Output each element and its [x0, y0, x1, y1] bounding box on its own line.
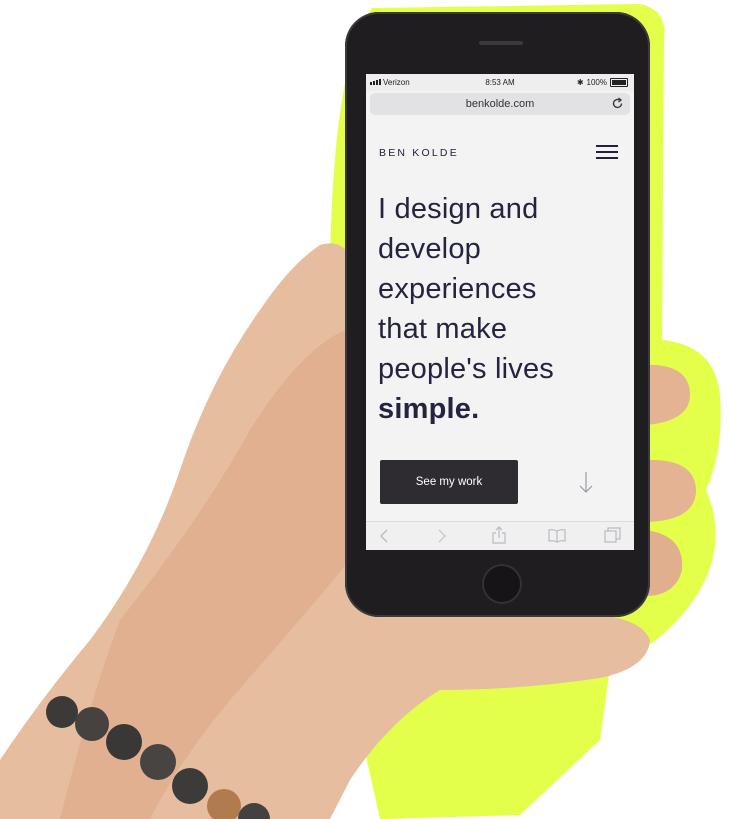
- battery-percent: 100%: [586, 78, 607, 87]
- bluetooth-icon: ✱: [576, 78, 584, 87]
- reload-icon[interactable]: [611, 97, 624, 110]
- arrow-down-icon[interactable]: [578, 470, 594, 496]
- share-icon[interactable]: [492, 526, 506, 544]
- site-brand[interactable]: BEN KOLDE: [379, 147, 459, 159]
- headline-emphasis: simple.: [378, 393, 480, 425]
- headline-line: develop: [378, 233, 481, 265]
- headline-line: people's lives: [378, 353, 554, 385]
- home-button[interactable]: [482, 564, 522, 604]
- tabs-icon[interactable]: [604, 527, 621, 543]
- address-bar[interactable]: benkolde.com: [370, 93, 630, 115]
- status-right: ✱ 100%: [577, 78, 628, 87]
- browser-toolbar: [366, 521, 634, 550]
- battery-icon: [610, 78, 628, 87]
- url-text: benkolde.com: [465, 98, 535, 110]
- phone-screen: Verizon 8:53 AM ✱ 100% benkolde.com BEN …: [366, 74, 634, 550]
- book-icon[interactable]: [548, 528, 566, 543]
- photo-scene: Verizon 8:53 AM ✱ 100% benkolde.com BEN …: [0, 0, 731, 819]
- headline-line: I design and: [378, 193, 539, 225]
- hamburger-icon[interactable]: [596, 145, 618, 159]
- battery-level: [612, 80, 626, 85]
- chevron-left-icon[interactable]: [378, 528, 390, 544]
- headline-line: experiences: [378, 273, 537, 305]
- earpiece-speaker: [479, 41, 523, 45]
- status-bar: Verizon 8:53 AM ✱ 100%: [366, 74, 634, 91]
- chevron-right-icon[interactable]: [436, 528, 448, 544]
- headline-line: that make: [378, 313, 508, 345]
- hero-headline: I design and develop experiences that ma…: [378, 189, 628, 429]
- see-my-work-button[interactable]: See my work: [380, 460, 518, 504]
